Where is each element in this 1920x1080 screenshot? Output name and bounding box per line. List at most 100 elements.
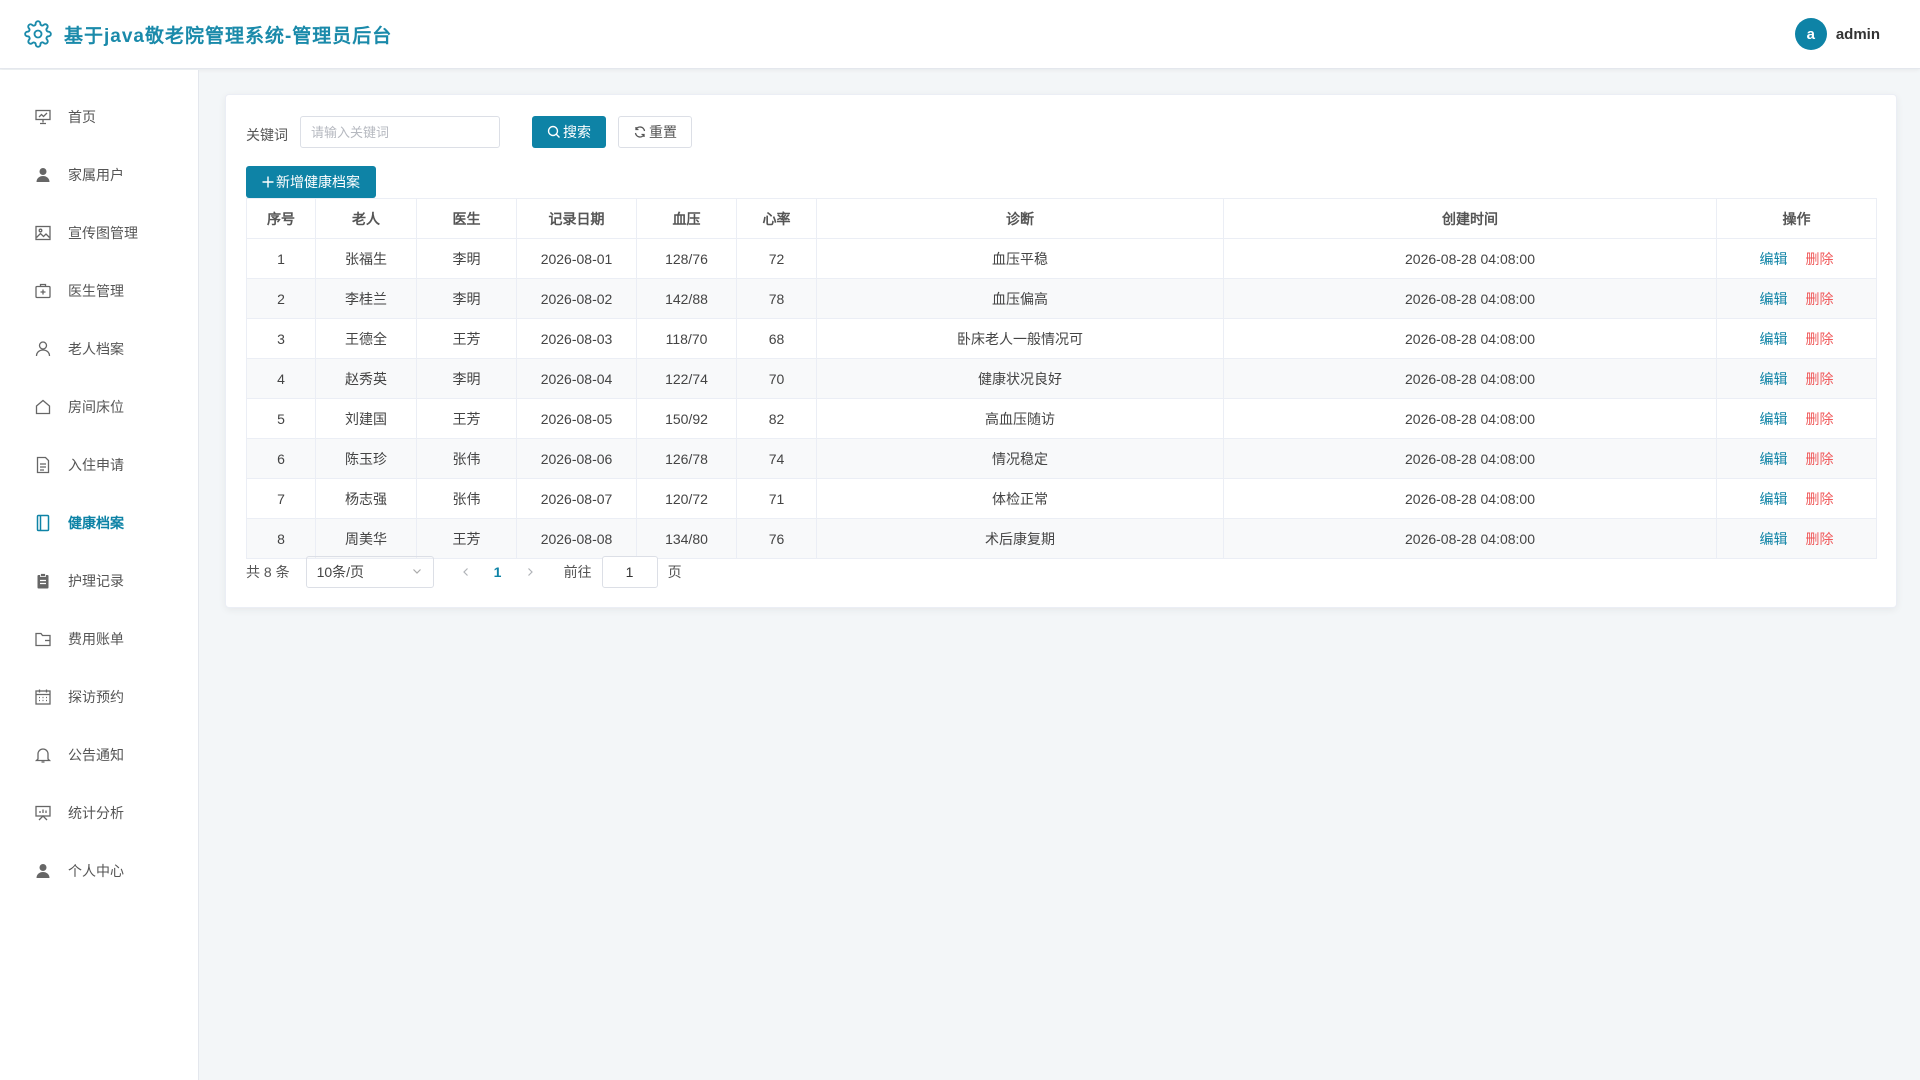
delete-link[interactable]: 删除 [1806, 531, 1834, 547]
cell-doctor: 王芳 [416, 318, 517, 359]
cell-doctor: 张伟 [416, 478, 517, 519]
cell-created-time: 2026-08-28 04:08:00 [1223, 398, 1717, 439]
keyword-label: 关键词 [246, 127, 288, 143]
cell-diagnosis: 术后康复期 [816, 518, 1224, 559]
delete-link[interactable]: 删除 [1806, 331, 1834, 347]
edit-link[interactable]: 编辑 [1760, 531, 1788, 547]
sidebar-item-label: 探访预约 [68, 689, 124, 705]
search-button[interactable]: 搜索 [532, 116, 606, 148]
delete-link[interactable]: 删除 [1806, 371, 1834, 387]
delete-link[interactable]: 删除 [1806, 451, 1834, 467]
sidebar: 首页 家属用户 宣传图管理 医生管理 老人档案 房间床位 入住申请 健康档案 护… [0, 70, 199, 1080]
column-header: 血压 [636, 198, 737, 239]
edit-link[interactable]: 编辑 [1760, 411, 1788, 427]
sidebar-item-banners[interactable]: 宣传图管理 [0, 204, 198, 262]
cell-heart-rate: 72 [736, 238, 817, 279]
edit-link[interactable]: 编辑 [1760, 291, 1788, 307]
column-header: 老人 [315, 198, 417, 239]
sidebar-item-label: 个人中心 [68, 863, 124, 879]
prev-page-button[interactable] [450, 564, 482, 580]
cell-doctor: 王芳 [416, 398, 517, 439]
sidebar-item-bills[interactable]: 费用账单 [0, 610, 198, 668]
cell-record-date: 2026-08-01 [516, 238, 637, 279]
page-size-select[interactable]: 10条/页 [305, 556, 434, 588]
top-bar: 基于java敬老院管理系统-管理员后台 a admin [0, 0, 1920, 69]
goto-page-input[interactable] [601, 556, 658, 588]
reset-button[interactable]: 重置 [618, 116, 692, 148]
sidebar-item-profile[interactable]: 个人中心 [0, 842, 198, 900]
sidebar-item-notices[interactable]: 公告通知 [0, 726, 198, 784]
delete-link[interactable]: 删除 [1806, 491, 1834, 507]
cell-actions: 编辑 删除 [1716, 238, 1877, 279]
sidebar-item-elderly-records[interactable]: 老人档案 [0, 320, 198, 378]
edit-link[interactable]: 编辑 [1760, 331, 1788, 347]
next-page-button[interactable] [514, 564, 546, 580]
edit-link[interactable]: 编辑 [1760, 371, 1788, 387]
cell-heart-rate: 78 [736, 278, 817, 319]
sidebar-item-home[interactable]: 首页 [0, 88, 198, 146]
cell-elderly: 赵秀英 [315, 358, 417, 399]
cell-diagnosis: 血压偏高 [816, 278, 1224, 319]
username[interactable]: admin [1836, 26, 1880, 43]
sidebar-item-family-users[interactable]: 家属用户 [0, 146, 198, 204]
cell-actions: 编辑 删除 [1716, 478, 1877, 519]
cell-diagnosis: 卧床老人一般情况可 [816, 318, 1224, 359]
table-row: 7 杨志强 张伟 2026-08-07 120/72 71 体检正常 2026-… [246, 478, 1877, 519]
cell-record-date: 2026-08-02 [516, 278, 637, 319]
table-row: 3 王德全 王芳 2026-08-03 118/70 68 卧床老人一般情况可 … [246, 318, 1877, 359]
edit-link[interactable]: 编辑 [1760, 491, 1788, 507]
cell-diagnosis: 血压平稳 [816, 238, 1224, 279]
cell-heart-rate: 70 [736, 358, 817, 399]
delete-link[interactable]: 删除 [1806, 251, 1834, 267]
sidebar-item-label: 家属用户 [68, 167, 124, 183]
user-solid-icon [34, 862, 52, 880]
sidebar-item-doctors[interactable]: 医生管理 [0, 262, 198, 320]
cell-created-time: 2026-08-28 04:08:00 [1223, 318, 1717, 359]
cell-index: 6 [246, 438, 316, 479]
column-header: 心率 [736, 198, 817, 239]
brand: 基于java敬老院管理系统-管理员后台 [24, 20, 392, 48]
cell-record-date: 2026-08-04 [516, 358, 637, 399]
cell-elderly: 刘建国 [315, 398, 417, 439]
sidebar-item-label: 首页 [68, 109, 96, 125]
table-row: 5 刘建国 王芳 2026-08-05 150/92 82 高血压随访 2026… [246, 398, 1877, 439]
sidebar-item-nursing-records[interactable]: 护理记录 [0, 552, 198, 610]
plus-icon [262, 176, 274, 188]
cell-blood-pressure: 128/76 [636, 238, 737, 279]
sidebar-item-label: 健康档案 [68, 515, 124, 531]
cell-record-date: 2026-08-08 [516, 518, 637, 559]
sidebar-item-statistics[interactable]: 统计分析 [0, 784, 198, 842]
sidebar-item-label: 宣传图管理 [68, 225, 138, 241]
cell-diagnosis: 健康状况良好 [816, 358, 1224, 399]
edit-link[interactable]: 编辑 [1760, 251, 1788, 267]
cell-blood-pressure: 120/72 [636, 478, 737, 519]
add-button-label: 新增健康档案 [276, 174, 360, 190]
first-aid-icon [34, 282, 52, 300]
sidebar-item-label: 费用账单 [68, 631, 124, 647]
chevron-left-icon [462, 568, 468, 576]
cell-elderly: 王德全 [315, 318, 417, 359]
sidebar-item-rooms[interactable]: 房间床位 [0, 378, 198, 436]
cell-created-time: 2026-08-28 04:08:00 [1223, 278, 1717, 319]
sidebar-item-visits[interactable]: 探访预约 [0, 668, 198, 726]
add-health-record-button[interactable]: 新增健康档案 [246, 166, 376, 198]
sidebar-item-health-records[interactable]: 健康档案 [0, 494, 198, 552]
cell-index: 1 [246, 238, 316, 279]
delete-link[interactable]: 删除 [1806, 291, 1834, 307]
page-number-current[interactable]: 1 [482, 564, 514, 580]
health-records-panel: 关键词 搜索 重置 新增健康档案 序号 老人 医生 记录日期 血压 心 [225, 94, 1897, 608]
table-row: 4 赵秀英 李明 2026-08-04 122/74 70 健康状况良好 202… [246, 358, 1877, 399]
cell-actions: 编辑 删除 [1716, 518, 1877, 559]
cell-blood-pressure: 142/88 [636, 278, 737, 319]
goto-label: 前往 [563, 564, 592, 580]
keyword-input[interactable] [300, 116, 500, 148]
user-menu[interactable]: a admin [1794, 18, 1880, 50]
delete-link[interactable]: 删除 [1806, 411, 1834, 427]
cell-record-date: 2026-08-07 [516, 478, 637, 519]
avatar[interactable]: a [1794, 18, 1827, 50]
edit-link[interactable]: 编辑 [1760, 451, 1788, 467]
chevron-right-icon [527, 568, 533, 576]
sidebar-item-admission[interactable]: 入住申请 [0, 436, 198, 494]
cell-blood-pressure: 134/80 [636, 518, 737, 559]
health-records-table: 序号 老人 医生 记录日期 血压 心率 诊断 创建时间 操作 1 张福生 李明 … [246, 198, 1877, 559]
